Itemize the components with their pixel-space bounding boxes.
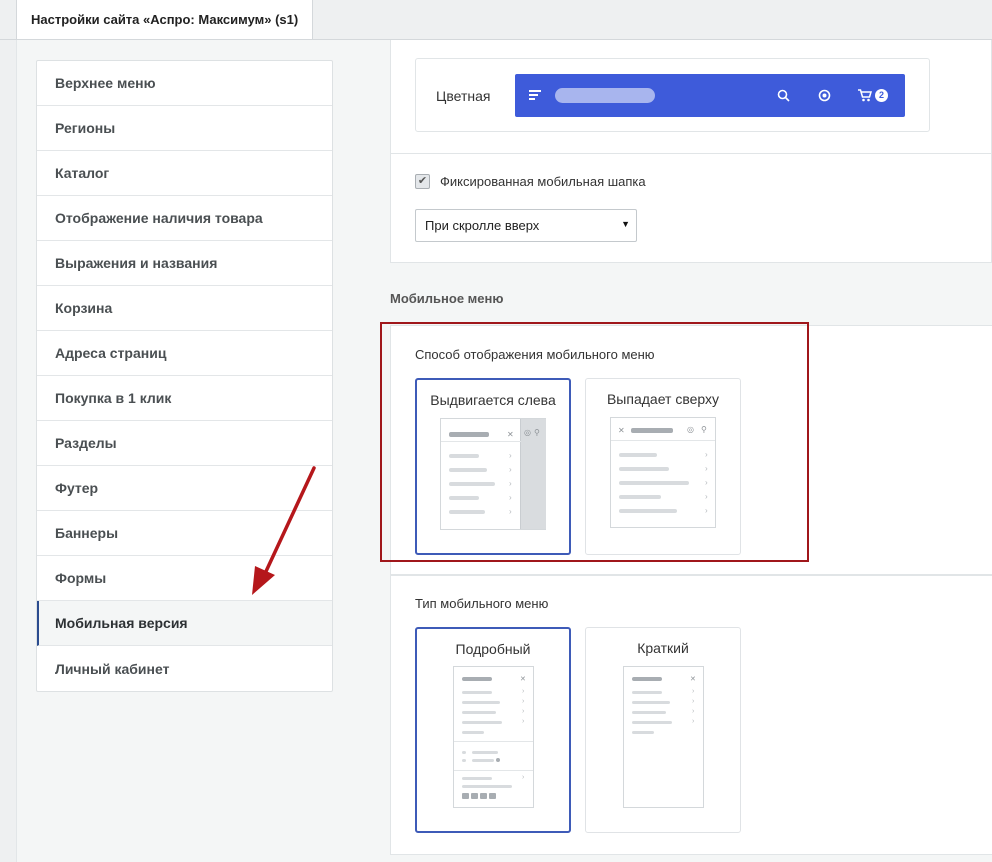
menu-icon xyxy=(529,90,541,100)
mobile-menu-section-title: Мобильное меню xyxy=(390,291,504,306)
search-bar-placeholder xyxy=(555,88,655,103)
dropdown-arrow-icon: ▼ xyxy=(621,219,630,229)
checkbox-checked-icon[interactable]: ✔ xyxy=(415,174,430,189)
cart-icon xyxy=(858,89,873,102)
sidebar-item-one-click-buy[interactable]: Покупка в 1 клик xyxy=(37,376,332,421)
fixed-header-checkbox-label: Фиксированная мобильная шапка xyxy=(440,174,646,189)
option-short-label: Краткий xyxy=(637,640,689,656)
fixed-header-mode-select[interactable]: При скролле вверх ▼ xyxy=(415,209,637,242)
header-style-card: Цветная 2 xyxy=(390,40,992,154)
option-detailed-label: Подробный xyxy=(455,641,531,657)
settings-sidebar: Верхнее меню Регионы Каталог Отображение… xyxy=(36,60,333,692)
search-icon xyxy=(777,89,790,102)
select-value: При скролле вверх xyxy=(425,218,540,233)
header-color-option[interactable]: Цветная 2 xyxy=(415,58,930,132)
sidebar-item-footer[interactable]: Футер xyxy=(37,466,332,511)
menu-type-label: Тип мобильного меню xyxy=(415,596,549,611)
close-icon: ✕ xyxy=(520,676,526,683)
option-short[interactable]: Краткий ✕ › › › › xyxy=(585,627,741,833)
sidebar-item-forms[interactable]: Формы xyxy=(37,556,332,601)
fixed-header-card: ✔ Фиксированная мобильная шапка При скро… xyxy=(390,153,992,263)
sidebar-item-sections[interactable]: Разделы xyxy=(37,421,332,466)
sidebar-item-page-urls[interactable]: Адреса страниц xyxy=(37,331,332,376)
option-detailed[interactable]: Подробный ✕ › › › › › xyxy=(415,627,571,833)
cart-count-badge: 2 xyxy=(875,89,888,102)
header-color-label: Цветная xyxy=(436,88,491,104)
detailed-preview: ✕ › › › › › xyxy=(453,666,534,808)
sidebar-item-mobile-version[interactable]: Мобильная версия xyxy=(37,601,332,646)
short-preview: ✕ › › › › xyxy=(623,666,704,808)
sidebar-item-phrases[interactable]: Выражения и названия xyxy=(37,241,332,286)
sidebar-item-top-menu[interactable]: Верхнее меню xyxy=(37,61,332,106)
user-icon xyxy=(818,89,831,102)
sidebar-item-cart[interactable]: Корзина xyxy=(37,286,332,331)
fixed-header-checkbox-row[interactable]: ✔ Фиксированная мобильная шапка xyxy=(415,174,646,189)
header-color-preview: 2 xyxy=(515,74,905,117)
sidebar-item-catalog[interactable]: Каталог xyxy=(37,151,332,196)
sidebar-item-banners[interactable]: Баннеры xyxy=(37,511,332,556)
close-icon: ✕ xyxy=(690,676,696,683)
sidebar-item-stock-display[interactable]: Отображение наличия товара xyxy=(37,196,332,241)
menu-type-card: Тип мобильного меню Подробный ✕ › › › › … xyxy=(390,575,992,855)
sidebar-item-regions[interactable]: Регионы xyxy=(37,106,332,151)
tab-site-settings[interactable]: Настройки сайта «Аспро: Максимум» (s1) xyxy=(16,0,314,40)
sidebar-item-personal-account[interactable]: Личный кабинет xyxy=(37,646,332,691)
highlight-frame xyxy=(380,322,809,562)
